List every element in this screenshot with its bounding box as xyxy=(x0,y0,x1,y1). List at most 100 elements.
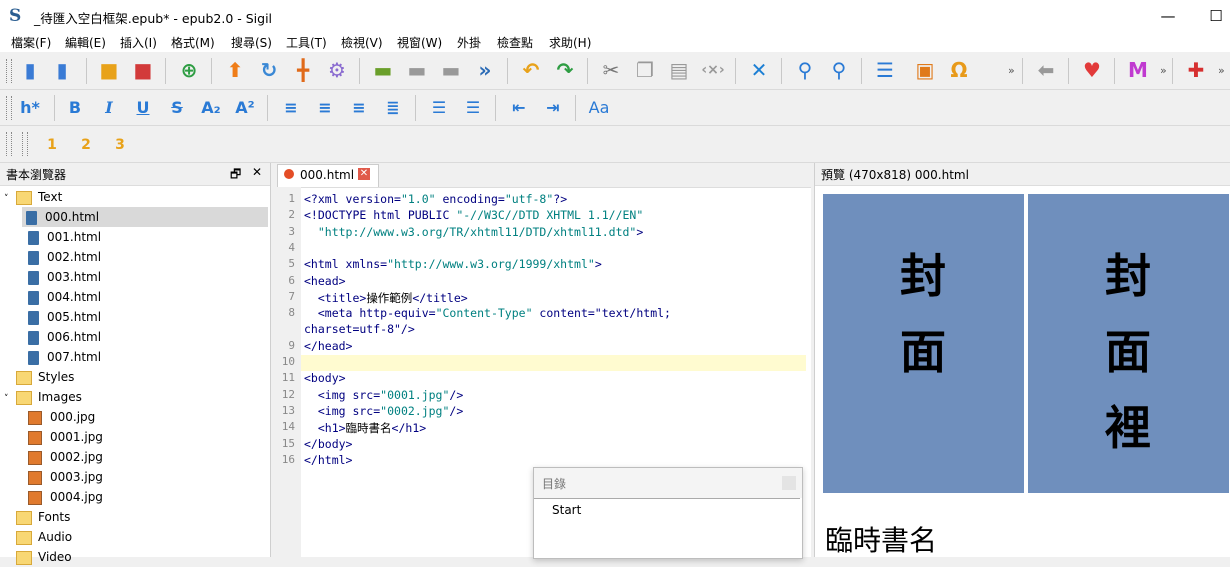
outdent-icon[interactable]: ⇤ xyxy=(505,95,533,121)
tree-folder[interactable]: Styles xyxy=(0,367,268,387)
close-panel-icon[interactable]: ✕ xyxy=(252,165,262,179)
menu-file[interactable]: 檔案(F) xyxy=(11,34,51,51)
forward-list-icon[interactable]: » xyxy=(471,56,499,84)
heading-level-2-icon[interactable]: 2 xyxy=(72,132,100,158)
text-case-dropdown[interactable]: Aa xyxy=(585,95,613,121)
tree-file[interactable]: 0004.jpg xyxy=(0,487,268,507)
heading-level-1-icon[interactable]: 1 xyxy=(38,132,66,158)
align-justify-icon[interactable]: ≣ xyxy=(379,95,407,121)
subscript-button[interactable]: A₂ xyxy=(197,95,225,121)
tree-file[interactable]: 000.html xyxy=(22,207,268,227)
heading-dropdown[interactable]: h* xyxy=(16,95,44,121)
validate-x-icon[interactable]: ✕ xyxy=(745,56,773,84)
tree-file[interactable]: 0003.jpg xyxy=(0,467,268,487)
new-epub2-icon[interactable]: ▮ xyxy=(16,56,44,84)
tree-file[interactable]: 001.html xyxy=(0,227,268,247)
italic-button[interactable]: I xyxy=(95,95,123,121)
save-icon[interactable]: ■ xyxy=(129,56,157,84)
settings-gear-icon[interactable]: ⚙ xyxy=(323,56,351,84)
find-icon[interactable]: ⚲ xyxy=(791,56,819,84)
tree-folder[interactable]: Fonts xyxy=(0,507,268,527)
tree-folder[interactable]: ˅ Text xyxy=(0,187,268,207)
tree-file[interactable]: 006.html xyxy=(0,327,268,347)
tree-folder[interactable]: ˅ Images xyxy=(0,387,268,407)
superscript-button[interactable]: A² xyxy=(231,95,259,121)
menu-help[interactable]: 求助(H) xyxy=(549,34,591,51)
find-replace-icon[interactable]: ⚲ xyxy=(825,56,853,84)
split-icon[interactable]: ╋ xyxy=(289,56,317,84)
align-center-icon[interactable]: ≡ xyxy=(311,95,339,121)
heart-donate-icon[interactable]: ♥ xyxy=(1078,56,1106,84)
toolbar-grip[interactable] xyxy=(6,96,12,120)
tree-item-label: Text xyxy=(38,190,63,204)
align-left-icon[interactable]: ≡ xyxy=(277,95,305,121)
maximize-button[interactable]: ☐ xyxy=(1196,4,1230,28)
image-file-icon xyxy=(28,450,42,465)
tree-file[interactable]: 007.html xyxy=(0,347,268,367)
menu-format[interactable]: 格式(M) xyxy=(171,34,215,51)
menu-checkpoints[interactable]: 檢查點 xyxy=(497,34,533,51)
tree-file[interactable]: 003.html xyxy=(0,267,268,287)
tree-folder[interactable]: Video xyxy=(0,547,268,567)
tree-folder[interactable]: Audio xyxy=(0,527,268,547)
undo-icon[interactable]: ↶ xyxy=(517,56,545,84)
open-folder-icon[interactable]: ■ xyxy=(95,56,123,84)
insert-marker2-icon[interactable]: ▬ xyxy=(403,56,431,84)
toolbar-grip[interactable] xyxy=(6,132,12,156)
close-tab-icon[interactable]: ✕ xyxy=(358,168,370,180)
toc-entry[interactable]: Start xyxy=(552,503,581,517)
add-file-icon[interactable]: ⊕ xyxy=(175,56,203,84)
plugin-puzzle-icon[interactable]: ✚ xyxy=(1182,56,1210,84)
insert-image-icon[interactable]: ▣ xyxy=(911,56,939,84)
code-line: <meta http-equiv="Content-Type" content=… xyxy=(304,306,671,321)
tree-file[interactable]: 004.html xyxy=(0,287,268,307)
minimize-button[interactable]: — xyxy=(1148,4,1188,28)
menu-edit[interactable]: 編輯(E) xyxy=(65,34,106,51)
toolbar-overflow-icon[interactable]: » xyxy=(1218,64,1225,77)
numbered-list-icon[interactable]: ☰ xyxy=(459,95,487,121)
tree-file[interactable]: 0001.jpg xyxy=(0,427,268,447)
tree-file[interactable]: 002.html xyxy=(0,247,268,267)
paste-icon[interactable]: ▤ xyxy=(665,56,693,84)
align-right-icon[interactable]: ≡ xyxy=(345,95,373,121)
tree-file[interactable]: 005.html xyxy=(0,307,268,327)
code-line xyxy=(301,355,806,371)
toc-float-icon[interactable] xyxy=(782,476,796,490)
menu-plugins[interactable]: 外掛 xyxy=(457,34,481,51)
heading-level-3-icon[interactable]: 3 xyxy=(106,132,134,158)
toolbar-grip[interactable] xyxy=(6,59,12,83)
float-panel-icon[interactable]: 🗗 xyxy=(230,165,241,186)
toolbar-overflow-icon[interactable]: » xyxy=(1160,64,1167,77)
expand-arrow-icon[interactable]: ˅ xyxy=(4,389,16,409)
tree-item-label: 001.html xyxy=(47,230,102,244)
menu-window[interactable]: 視窗(W) xyxy=(397,34,442,51)
code-tag-icon[interactable]: ‹×› xyxy=(699,56,727,84)
menu-search[interactable]: 搜尋(S) xyxy=(231,34,272,51)
toolbar-overflow-icon[interactable]: » xyxy=(1008,64,1015,77)
strikethrough-button[interactable]: S xyxy=(163,95,191,121)
metadata-m-icon[interactable]: M xyxy=(1124,56,1152,84)
insert-marker-icon[interactable]: ▬ xyxy=(369,56,397,84)
tree-file[interactable]: 000.jpg xyxy=(0,407,268,427)
toolbar-grip[interactable] xyxy=(22,132,28,156)
move-up-icon[interactable]: ⬆ xyxy=(221,56,249,84)
back-arrow-icon[interactable]: ⬅ xyxy=(1032,56,1060,84)
menu-insert[interactable]: 插入(I) xyxy=(120,34,157,51)
tab-000-html[interactable]: 000.html ✕ xyxy=(277,164,379,187)
new-epub3-icon[interactable]: ▮ xyxy=(48,56,76,84)
expand-arrow-icon[interactable]: ˅ xyxy=(4,189,16,209)
redo-icon[interactable]: ↷ xyxy=(551,56,579,84)
bold-button[interactable]: B xyxy=(61,95,89,121)
toc-icon[interactable]: ☰ xyxy=(871,56,899,84)
tree-file[interactable]: 0002.jpg xyxy=(0,447,268,467)
underline-button[interactable]: U xyxy=(129,95,157,121)
copy-icon[interactable]: ❐ xyxy=(631,56,659,84)
refresh-icon[interactable]: ↻ xyxy=(255,56,283,84)
cut-icon[interactable]: ✂ xyxy=(597,56,625,84)
menu-tools[interactable]: 工具(T) xyxy=(286,34,327,51)
menu-view[interactable]: 檢視(V) xyxy=(341,34,383,51)
indent-icon[interactable]: ⇥ xyxy=(539,95,567,121)
insert-marker3-icon[interactable]: ▬ xyxy=(437,56,465,84)
bullet-list-icon[interactable]: ☰ xyxy=(425,95,453,121)
special-char-omega-icon[interactable]: Ω xyxy=(945,56,973,84)
